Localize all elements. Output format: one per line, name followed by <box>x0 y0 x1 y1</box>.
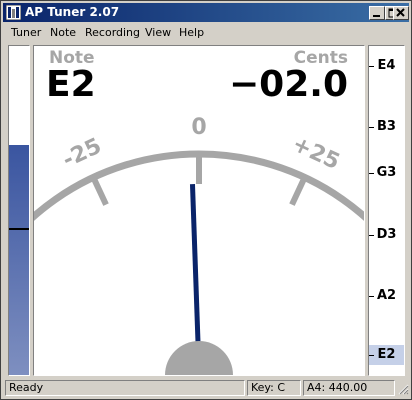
status-bar: Ready Key: C A4: 440.00 <box>3 378 409 397</box>
window-title: AP Tuner 2.07 <box>25 5 120 19</box>
menu-help[interactable]: Help <box>179 26 204 39</box>
note-strip-item[interactable]: B3 <box>369 117 404 137</box>
minimize-button[interactable] <box>369 6 385 20</box>
tuning-dial: -50-250+25+50 <box>34 115 364 375</box>
note-strip-item[interactable]: A2 <box>369 286 404 306</box>
note-strip-tick <box>369 173 374 174</box>
close-icon <box>396 8 405 17</box>
menu-tuner[interactable]: Tuner <box>11 26 41 39</box>
dial-tick <box>90 176 109 206</box>
note-strip-tick <box>369 355 374 356</box>
app-icon <box>6 5 21 20</box>
dial-tick-label: 0 <box>191 115 206 140</box>
minimize-icon <box>373 15 380 17</box>
dial-tick-label: +25 <box>288 132 343 175</box>
level-meter-fill <box>9 145 29 375</box>
note-strip-tick <box>369 235 374 236</box>
note-strip-item[interactable]: D3 <box>369 225 404 245</box>
note-strip-item[interactable]: G3 <box>369 163 404 183</box>
note-strip: E4 B3 G3 D3 A2 E2 <box>368 45 405 376</box>
menu-note[interactable]: Note <box>50 26 76 39</box>
note-strip-item[interactable]: E4 <box>369 56 404 76</box>
title-bar[interactable]: AP Tuner 2.07 <box>3 3 409 22</box>
menu-view[interactable]: View <box>145 26 171 39</box>
needle-hub <box>165 341 233 375</box>
dial-tick <box>289 176 308 206</box>
tuner-display: Note E2 Cents −02.0 -50-250+25+50 <box>33 45 365 376</box>
level-meter-peak <box>9 228 29 230</box>
status-a4: A4: 440.00 <box>303 380 395 396</box>
menu-bar: Tuner Note Recording View Help <box>3 23 409 42</box>
note-strip-tick <box>369 296 374 297</box>
status-key: Key: C <box>247 380 301 396</box>
note-strip-tick <box>369 66 374 67</box>
status-state: Ready <box>5 380 245 396</box>
resize-grip-icon[interactable] <box>397 383 409 395</box>
close-button[interactable] <box>393 6 409 20</box>
menu-recording[interactable]: Recording <box>85 26 140 39</box>
note-strip-item[interactable]: E2 <box>369 345 404 365</box>
dial-tick-label: -25 <box>59 134 106 173</box>
tuner-window: AP Tuner 2.07 Tuner Note Recording View … <box>0 0 412 400</box>
level-meter <box>8 45 30 376</box>
note-strip-tick <box>369 127 374 128</box>
